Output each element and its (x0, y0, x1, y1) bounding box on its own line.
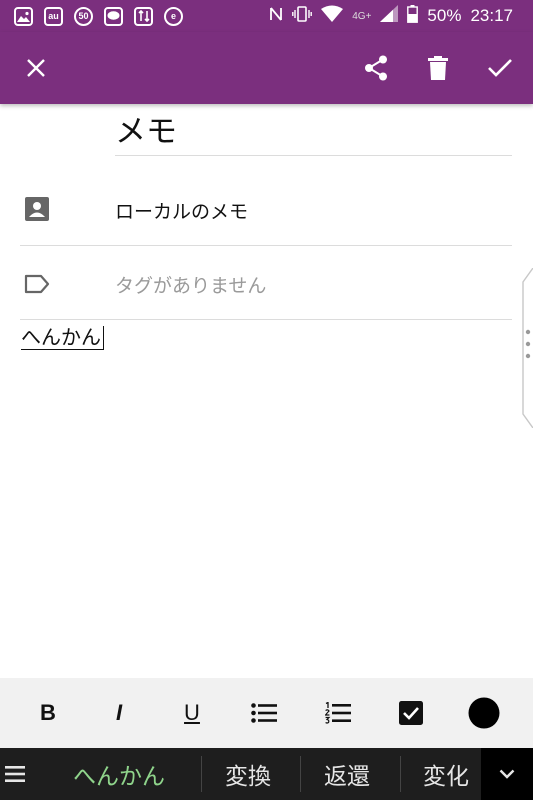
chevron-down-icon (499, 769, 515, 779)
delete-button[interactable] (418, 48, 458, 88)
close-button[interactable] (16, 48, 56, 88)
ime-separator (400, 756, 401, 792)
status-bar: au 50 e 4G+ 50% 23:17 (0, 0, 533, 32)
note-body-input[interactable]: へんかん (21, 325, 103, 350)
line-notification-icon (104, 6, 123, 26)
numbered-list-icon (325, 702, 351, 724)
color-circle-icon (468, 697, 500, 729)
share-icon (365, 55, 387, 81)
network-type: 4G+ (352, 10, 372, 22)
title-divider (115, 155, 512, 156)
gallery-notification-icon (14, 6, 33, 26)
ime-candidate[interactable]: 返還 (324, 748, 370, 800)
trash-icon (428, 56, 448, 80)
check-icon (488, 59, 512, 77)
vibrate-icon (292, 5, 313, 28)
italic-button[interactable]: I (89, 678, 149, 748)
e-notification-icon: e (164, 6, 183, 26)
checkbox-button[interactable] (381, 678, 441, 748)
ime-candidate[interactable]: 変化 (423, 748, 469, 800)
ime-separator (300, 756, 301, 792)
fifty-notification-icon: 50 (74, 6, 93, 26)
hamburger-icon (5, 766, 25, 782)
app-toolbar (0, 32, 533, 104)
ime-expand-button[interactable] (481, 748, 533, 800)
nfc-icon (269, 5, 283, 28)
ime-menu-button[interactable] (0, 748, 30, 800)
save-button[interactable] (480, 48, 520, 88)
au-notification-icon: au (44, 6, 63, 26)
bold-button[interactable]: B (18, 678, 78, 748)
tags-divider (20, 319, 512, 320)
share-button[interactable] (356, 48, 396, 88)
ime-candidate[interactable]: 変換 (225, 748, 271, 800)
transfer-notification-icon (134, 6, 153, 26)
fifty-label: 50 (78, 11, 89, 21)
text-cursor (103, 326, 104, 350)
wifi-icon (321, 5, 344, 27)
tags-field[interactable]: タグがありません (115, 271, 266, 298)
close-icon (27, 59, 45, 77)
ime-separator (201, 756, 202, 792)
clock: 23:17 (470, 6, 513, 25)
signal-icon (380, 5, 399, 27)
italic-label: I (115, 700, 123, 725)
notebook-name[interactable]: ローカルのメモ (115, 197, 248, 224)
underline-button[interactable]: U (162, 678, 222, 748)
text-color-button[interactable] (454, 678, 514, 748)
battery-icon (407, 4, 419, 28)
contact-icon (24, 196, 50, 222)
bullet-list-icon (251, 703, 277, 723)
battery-percent: 50% (427, 6, 462, 25)
underline-label: U (184, 700, 200, 725)
side-drawer-handle[interactable] (521, 267, 533, 429)
tag-icon (24, 271, 50, 297)
e-label: e (170, 11, 176, 21)
bullet-list-button[interactable] (234, 678, 294, 748)
ime-candidate-bar: へんかん 変換 返還 変化 (0, 748, 533, 800)
formatting-toolbar: B I U (0, 678, 533, 748)
numbered-list-button[interactable] (308, 678, 368, 748)
notebook-divider (20, 245, 512, 246)
au-label: au (48, 11, 59, 21)
checkbox-icon (399, 701, 423, 725)
note-title[interactable]: メモ (115, 106, 177, 151)
ime-candidate[interactable]: へんかん (73, 748, 165, 800)
bold-label: B (40, 700, 56, 725)
